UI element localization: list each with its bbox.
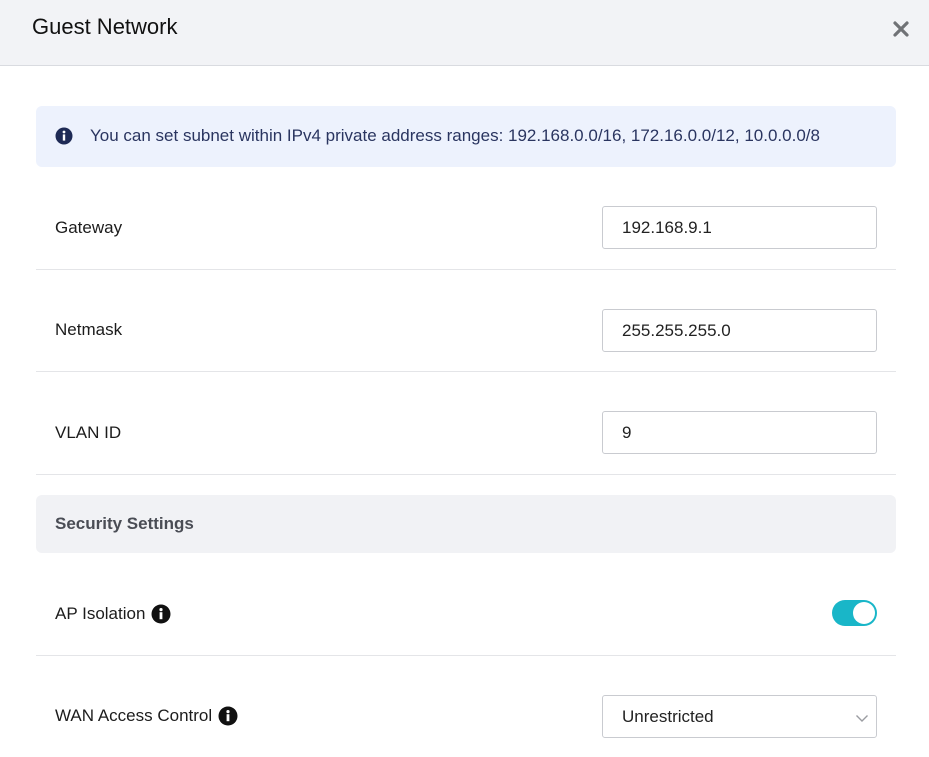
- info-icon: [55, 127, 73, 145]
- ap-isolation-label: AP Isolation: [55, 604, 171, 624]
- section-title: Security Settings: [55, 514, 194, 533]
- netmask-label: Netmask: [55, 320, 123, 339]
- vlan-row: VLAN ID: [36, 372, 896, 475]
- netmask-row: Netmask: [36, 270, 896, 372]
- close-icon[interactable]: [888, 16, 914, 42]
- wan-access-label-text: WAN Access Control: [55, 706, 213, 725]
- dialog-title: Guest Network: [32, 14, 178, 39]
- info-circle-icon[interactable]: [218, 706, 238, 726]
- vlan-input[interactable]: [602, 411, 877, 454]
- vlan-label: VLAN ID: [55, 423, 122, 442]
- gateway-row: Gateway: [36, 185, 896, 270]
- security-settings-header: Security Settings: [36, 495, 896, 553]
- netmask-input[interactable]: [602, 309, 877, 352]
- ap-isolation-label-text: AP Isolation: [55, 604, 146, 623]
- dialog-header: Guest Network: [0, 0, 929, 66]
- wan-access-value: Unrestricted: [622, 707, 714, 726]
- ap-isolation-toggle[interactable]: [832, 600, 877, 626]
- wan-access-select[interactable]: Unrestricted: [602, 695, 877, 738]
- subnet-notice: You can set subnet within IPv4 private a…: [36, 106, 896, 167]
- toggle-knob: [853, 602, 875, 624]
- gateway-input[interactable]: [602, 206, 877, 249]
- chevron-down-icon: [855, 711, 869, 723]
- gateway-label: Gateway: [55, 218, 123, 237]
- info-circle-icon[interactable]: [151, 604, 171, 624]
- ap-isolation-row: AP Isolation: [36, 583, 896, 656]
- wan-access-label: WAN Access Control: [55, 706, 238, 726]
- notice-text: You can set subnet within IPv4 private a…: [90, 126, 820, 145]
- wan-access-row: WAN Access Control Unrestricted: [36, 695, 896, 757]
